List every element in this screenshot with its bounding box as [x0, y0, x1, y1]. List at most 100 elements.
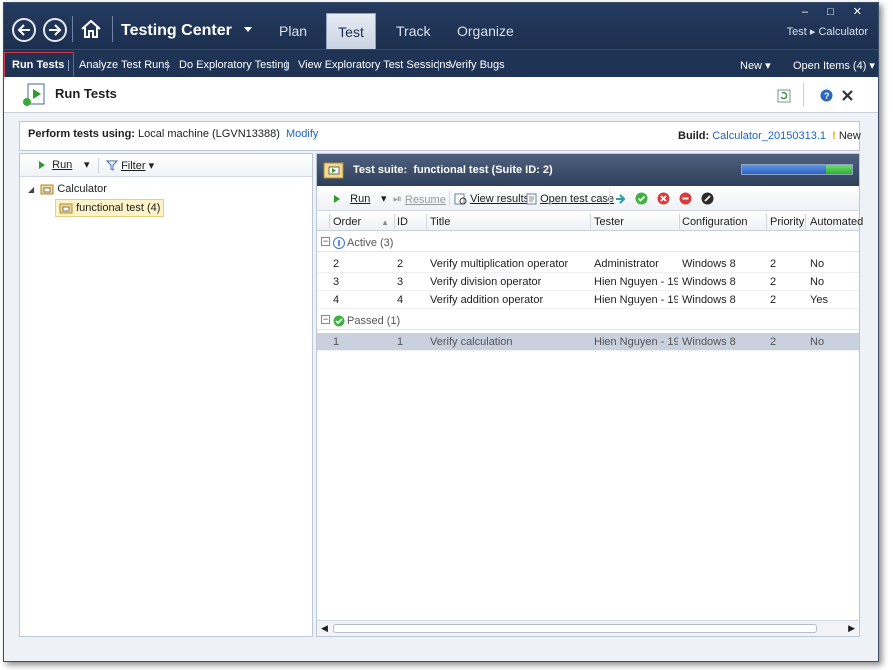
cell-automated: No — [810, 258, 825, 270]
scrollbar-thumb[interactable] — [333, 624, 817, 633]
home-button[interactable] — [79, 17, 103, 41]
sub-navigation: Run Tests Analyze Test Runs Do Explorato… — [4, 49, 878, 81]
resume-icon: ⏯ — [393, 193, 402, 205]
sort-ascending-icon: ▲ — [381, 218, 390, 227]
active-status-icon — [333, 237, 345, 249]
column-automated[interactable]: Automated — [810, 216, 863, 228]
cell-tester: Administrator — [594, 258, 659, 270]
tree-child-label: functional test (4) — [76, 202, 161, 214]
suite-header: Test suite: functional test (Suite ID: 2… — [317, 154, 859, 186]
app-menu-chevron-icon[interactable] — [244, 27, 252, 32]
lightbulb-icon: ! — [832, 130, 836, 142]
cell-configuration: Windows 8 — [682, 336, 736, 348]
table-row-selected[interactable]: 1 1 Verify calculation Hien Nguyen - 196… — [317, 333, 859, 351]
build-label: Build: — [678, 130, 710, 142]
scroll-left-icon[interactable]: ◀ — [321, 623, 328, 634]
subnav-analyze-test-runs[interactable]: Analyze Test Runs — [79, 59, 170, 71]
left-run-button[interactable]: Run — [38, 159, 72, 171]
test-suite-pane: Test suite: functional test (Suite ID: 2… — [316, 153, 863, 637]
suite-folder-icon — [323, 162, 344, 179]
filter-button[interactable]: Filter ▾ — [106, 159, 154, 172]
top-bar: – □ ✕ Testing Center Plan Test Track Org… — [4, 3, 878, 50]
horizontal-scrollbar[interactable]: ◀ ▶ — [317, 620, 859, 636]
column-configuration[interactable]: Configuration — [682, 216, 747, 228]
not-applicable-icon[interactable] — [701, 192, 714, 205]
subnav-verify-bugs[interactable]: Verify Bugs — [449, 59, 505, 71]
column-id[interactable]: ID — [397, 216, 408, 228]
filter-label: Filter — [121, 159, 146, 172]
column-priority[interactable]: Priority — [770, 216, 804, 228]
tree-item-calculator[interactable]: ◢ Calculator — [28, 183, 107, 195]
modify-link[interactable]: Modify — [286, 128, 318, 140]
run-dropdown-chevron-icon[interactable]: ▾ — [381, 192, 387, 205]
group-active-label: Active (3) — [347, 237, 394, 249]
machine-name: Local machine (LGVN13388) — [138, 128, 280, 140]
tree-item-functional-test[interactable]: functional test (4) — [55, 199, 165, 217]
play-icon — [39, 161, 45, 169]
reset-to-active-icon[interactable] — [614, 192, 627, 205]
new-menu[interactable]: New ▾ — [740, 59, 771, 72]
subnav-run-tests[interactable]: Run Tests — [12, 59, 64, 71]
view-results-label: View results — [470, 193, 530, 205]
divider — [449, 191, 450, 206]
cell-order: 2 — [333, 258, 340, 270]
table-row[interactable]: 2 2 Verify multiplication operator Admin… — [317, 255, 859, 273]
window-controls[interactable]: – □ ✕ — [802, 5, 870, 18]
close-icon[interactable] — [842, 90, 853, 101]
tab-organize[interactable]: Organize — [457, 23, 514, 39]
block-test-icon[interactable] — [679, 192, 692, 205]
chevron-down-icon: ▾ — [148, 160, 155, 172]
breadcrumb[interactable]: Test ▸ Calculator — [787, 25, 868, 38]
tree-root-label: Calculator — [57, 183, 107, 195]
view-results-button[interactable]: View results — [454, 193, 529, 205]
column-tester[interactable]: Tester — [594, 216, 624, 228]
pass-test-icon[interactable] — [635, 192, 648, 205]
fail-test-icon[interactable] — [657, 192, 670, 205]
tab-track[interactable]: Track — [396, 23, 430, 39]
collapse-triangle-icon[interactable]: ◢ — [28, 185, 34, 194]
filter-icon — [106, 160, 118, 171]
column-order-label: Order — [333, 216, 362, 228]
refresh-icon[interactable] — [777, 89, 791, 103]
cell-priority: 2 — [770, 276, 777, 288]
run-tests-icon — [23, 83, 45, 106]
resume-button[interactable]: ⏯ Resume — [393, 193, 446, 206]
subnav-view-exploratory-sessions[interactable]: View Exploratory Test Sessions — [298, 59, 451, 71]
build-link[interactable]: Calculator_20150313.1 — [712, 130, 826, 142]
back-button[interactable] — [12, 18, 36, 42]
suite-run-button[interactable]: Run — [333, 193, 370, 205]
suite-tree-pane: Run ▾ Filter ▾ ◢ Calculator functional t… — [19, 153, 313, 637]
help-icon[interactable]: ? — [820, 89, 833, 102]
table-row[interactable]: 4 4 Verify addition operator Hien Nguyen… — [317, 291, 859, 309]
run-dropdown-chevron-icon[interactable]: ▾ — [84, 158, 90, 171]
column-title[interactable]: Title — [430, 216, 450, 228]
divider — [167, 60, 168, 71]
divider — [766, 214, 767, 229]
divider — [609, 191, 610, 206]
open-test-case-button[interactable]: Open test case — [526, 193, 614, 205]
divider — [803, 83, 804, 107]
group-active[interactable]: − Active (3) — [317, 234, 859, 252]
tab-plan[interactable]: Plan — [279, 23, 307, 39]
forward-button[interactable] — [43, 18, 67, 42]
view-results-icon — [454, 193, 467, 205]
subnav-do-exploratory-testing[interactable]: Do Exploratory Testing — [179, 59, 289, 71]
cell-tester: Hien Nguyen - 1963 — [594, 276, 678, 288]
cell-automated: No — [810, 336, 825, 348]
collapse-group-icon[interactable]: − — [321, 315, 330, 324]
scroll-right-icon[interactable]: ▶ — [848, 623, 855, 634]
grid-column-header: Order ▲ ID Title Tester Configuration Pri… — [317, 212, 863, 231]
cell-order: 3 — [333, 276, 340, 288]
cell-title: Verify addition operator — [430, 294, 544, 306]
cell-id: 2 — [397, 258, 404, 270]
collapse-group-icon[interactable]: − — [321, 237, 330, 246]
divider — [426, 214, 427, 229]
cell-tester: Hien Nguyen - 1963 — [594, 336, 678, 348]
column-order[interactable]: Order ▲ — [333, 216, 389, 228]
open-items-menu[interactable]: Open Items (4) ▾ — [793, 59, 875, 72]
divider — [438, 60, 439, 71]
page-header: Run Tests ? — [4, 77, 878, 113]
group-passed[interactable]: − Passed (1) — [317, 312, 859, 330]
table-row[interactable]: 3 3 Verify division operator Hien Nguyen… — [317, 273, 859, 291]
tab-test[interactable]: Test — [326, 13, 376, 50]
